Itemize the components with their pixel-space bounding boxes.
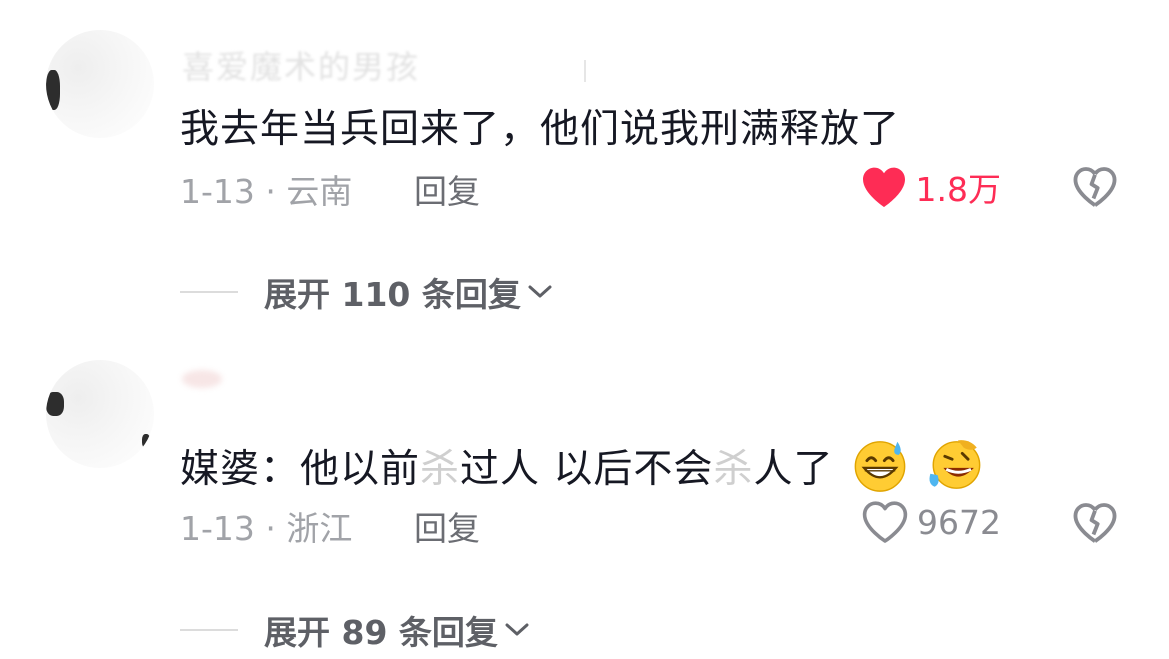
divider xyxy=(584,60,586,82)
comment-text-faded: 杀 xyxy=(420,447,461,492)
comment-text: 我去年当兵回来了，他们说我刑满释放了 xyxy=(180,107,901,152)
chevron-down-icon xyxy=(528,285,552,298)
heart-filled-icon xyxy=(862,167,905,207)
comment-item: 媒婆：他以前杀过人 以后不会杀人了 1-13 · 浙江 回复 9672 展开 8… xyxy=(0,340,1169,659)
comment-text-faded: 杀 xyxy=(713,447,754,492)
avatar-shape xyxy=(46,392,64,416)
comment-text-part: 媒婆：他以前 xyxy=(180,447,421,492)
comment-text-part: 过人 以后不会 xyxy=(460,447,714,492)
divider xyxy=(180,629,238,631)
grinning-sweat-emoji xyxy=(854,441,906,492)
broken-heart-icon[interactable] xyxy=(1072,500,1118,546)
heart-outline-icon xyxy=(862,501,908,543)
avatar-shape xyxy=(142,434,150,448)
rolling-laughing-emoji xyxy=(929,440,981,489)
comment-item: 喜爱魔术的男孩 我去年当兵回来了，他们说我刑满释放了 1-13 · 云南 回复 … xyxy=(0,0,1169,340)
expand-replies-label: 展开 110 条回复 xyxy=(264,275,521,314)
like-count: 1.8万 xyxy=(915,170,1001,209)
expand-replies-button[interactable]: 展开 110 条回复 xyxy=(180,268,555,316)
comment-date-location: 1-13 · 浙江 xyxy=(180,509,353,548)
comment-date-location: 1-13 · 云南 xyxy=(180,172,353,211)
reply-button[interactable]: 回复 xyxy=(414,502,480,550)
username-blurred xyxy=(182,370,222,388)
avatar[interactable] xyxy=(46,30,154,138)
like-count: 9672 xyxy=(917,502,1001,542)
username[interactable]: 喜爱魔术的男孩 xyxy=(182,42,420,88)
chevron-down-icon xyxy=(505,623,529,636)
broken-heart-icon[interactable] xyxy=(1072,164,1118,210)
expand-replies-button[interactable]: 展开 89 条回复 xyxy=(180,606,532,654)
expand-replies-label: 展开 89 条回复 xyxy=(264,613,498,652)
like-button[interactable]: 9672 xyxy=(861,500,1001,544)
divider xyxy=(180,291,238,293)
reply-button[interactable]: 回复 xyxy=(414,165,480,213)
avatar-shape xyxy=(46,70,60,110)
comment-text: 媒婆：他以前杀过人 以后不会杀人了 xyxy=(180,436,984,494)
comment-text-part: 人了 xyxy=(753,447,834,492)
avatar[interactable] xyxy=(46,360,154,468)
like-button[interactable]: 1.8万 xyxy=(860,163,1001,211)
